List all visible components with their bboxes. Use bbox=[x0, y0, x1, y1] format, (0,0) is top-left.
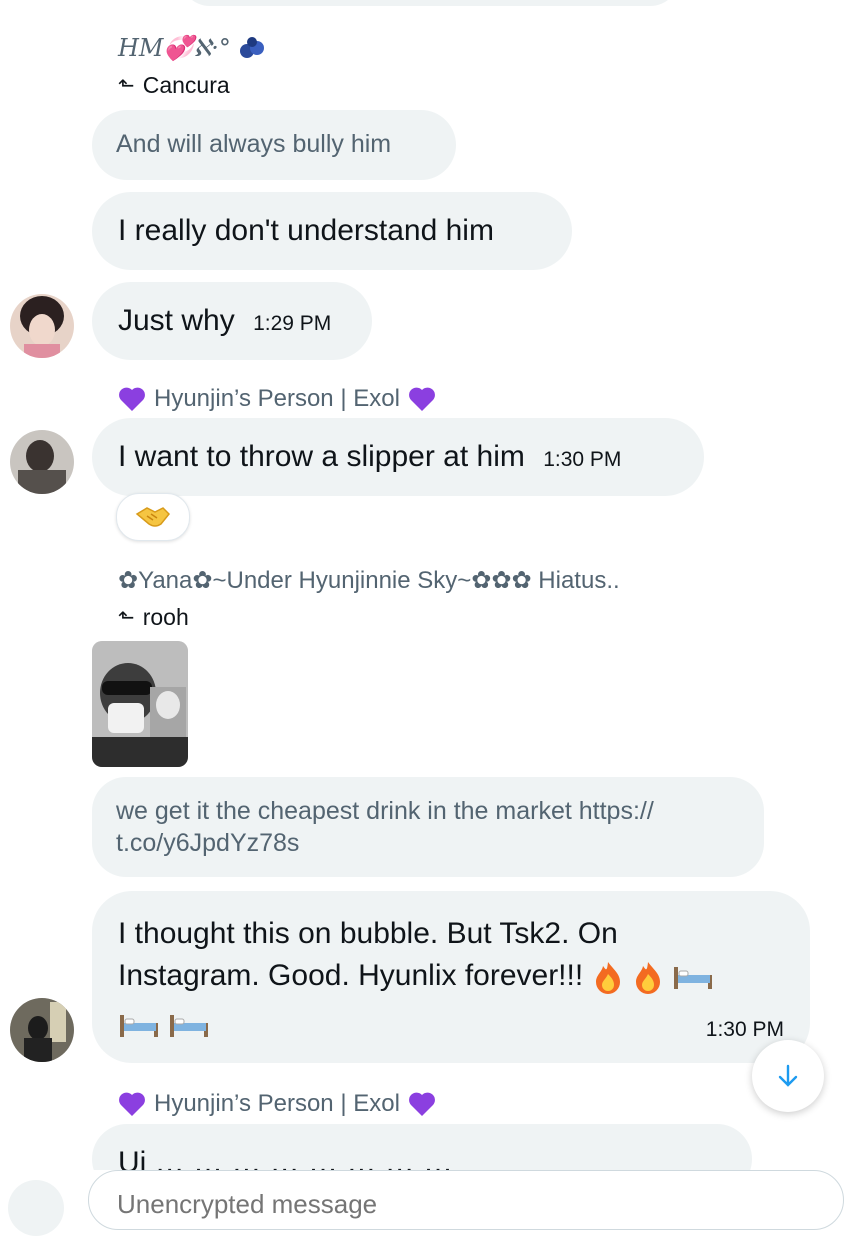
message-text: Instagram. Good. Hyunlix forever!!! bbox=[118, 959, 584, 992]
message-bubble[interactable]: I want to throw a slipper at him 1:30 PM bbox=[92, 418, 704, 496]
sender-name-text: ✿Yana✿~Under Hyunjinnie Sky~✿✿✿ Hiatus.. bbox=[118, 567, 620, 594]
reply-to-name: rooh bbox=[142, 604, 189, 630]
scroll-to-bottom-button[interactable] bbox=[752, 1040, 824, 1112]
quoted-message-bubble[interactable]: we get it the cheapest drink in the mark… bbox=[92, 777, 764, 877]
message-bubble[interactable]: I really don't understand him bbox=[92, 192, 572, 270]
message-bubble[interactable]: I thought this on bubble. But Tsk2. On I… bbox=[92, 891, 810, 1063]
message-text: Just why bbox=[118, 304, 235, 337]
sender-name-text: HM💞ℵ·° bbox=[118, 34, 231, 62]
fire-icon bbox=[635, 962, 660, 995]
reply-arrow-icon: ⬑ bbox=[118, 75, 135, 97]
previous-message-bubble[interactable] bbox=[180, 0, 680, 6]
message-text: I want to throw a slipper at him bbox=[118, 440, 525, 473]
arrow-down-icon bbox=[778, 1064, 798, 1087]
blueberry-icon bbox=[239, 37, 264, 58]
reaction-badge[interactable] bbox=[116, 493, 190, 541]
sender-name[interactable]: ✿Yana✿~Under Hyunjinnie Sky~✿✿✿ Hiatus.. bbox=[118, 566, 620, 595]
reply-to-name: Cancura bbox=[142, 72, 230, 98]
message-text: I really don't understand him bbox=[118, 214, 494, 247]
message-input[interactable] bbox=[88, 1170, 844, 1230]
message-timestamp: 1:30 PM bbox=[543, 448, 622, 471]
purple-heart-icon bbox=[408, 1092, 435, 1116]
reply-indicator[interactable]: ⬑ Cancura bbox=[118, 72, 230, 99]
bed-icon bbox=[674, 967, 713, 990]
avatar[interactable] bbox=[10, 430, 74, 494]
message-bubble[interactable]: Just why 1:29 PM bbox=[92, 282, 372, 360]
handshake-icon bbox=[135, 507, 171, 527]
fire-icon bbox=[595, 962, 620, 995]
sender-name[interactable]: HM💞ℵ·° bbox=[118, 34, 265, 62]
sender-name[interactable]: Hyunjin’s Person | Exol bbox=[118, 1090, 436, 1118]
purple-heart-icon bbox=[119, 387, 145, 411]
quoted-message-text: we get it the cheapest drink in the mark… bbox=[116, 797, 654, 857]
message-text-line: I thought this on bubble. But Tsk2. On bbox=[118, 917, 618, 950]
bed-icon bbox=[120, 1015, 158, 1038]
purple-heart-icon bbox=[119, 1092, 145, 1116]
add-attachment-button[interactable] bbox=[8, 1180, 64, 1236]
shared-photo-thumbnail[interactable] bbox=[92, 641, 188, 767]
reply-arrow-icon: ⬑ bbox=[118, 607, 135, 629]
sender-name-text: Hyunjin’s Person | Exol bbox=[154, 1090, 400, 1117]
message-text-line: Instagram. Good. Hyunlix forever!!! bbox=[118, 955, 784, 997]
avatar[interactable] bbox=[10, 998, 74, 1062]
sender-name-text: Hyunjin’s Person | Exol bbox=[154, 385, 400, 412]
message-emoji-line: 1:30 PM bbox=[118, 997, 784, 1051]
avatar[interactable] bbox=[10, 294, 74, 358]
reply-indicator[interactable]: ⬑ rooh bbox=[118, 604, 189, 631]
quoted-message-bubble[interactable]: And will always bully him bbox=[92, 110, 456, 180]
sender-name[interactable]: Hyunjin’s Person | Exol bbox=[118, 385, 436, 413]
bed-icon bbox=[170, 1015, 209, 1038]
quoted-message-text: And will always bully him bbox=[116, 130, 392, 158]
message-timestamp: 1:29 PM bbox=[253, 312, 332, 335]
purple-heart-icon bbox=[408, 387, 435, 411]
